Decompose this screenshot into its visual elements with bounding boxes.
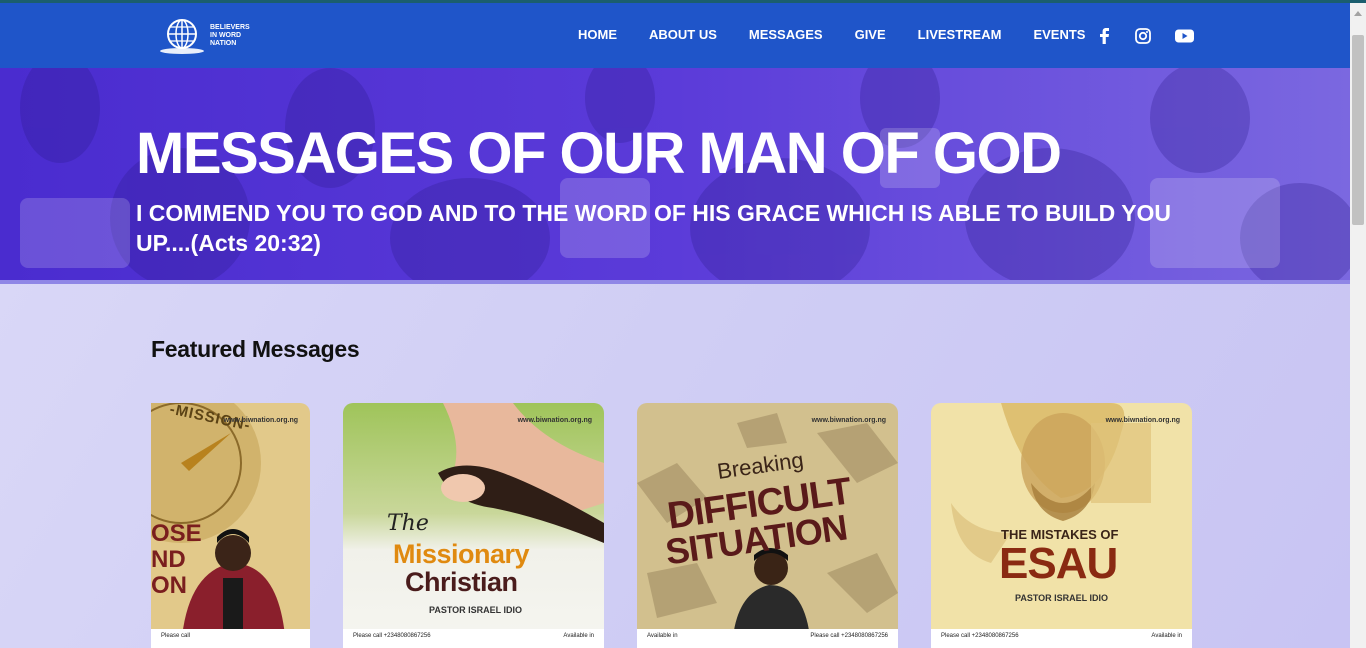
card-4-speaker: PASTOR ISRAEL IDIO: [1015, 593, 1109, 603]
hero-subtitle: I COMMEND YOU TO GOD AND TO THE WORD OF …: [136, 200, 1172, 256]
nav-give[interactable]: GIVE: [855, 27, 886, 42]
card-2-url: www.biwnation.org.ng: [517, 417, 592, 424]
message-card-1[interactable]: -MISSION- OSE ND ON www.biwnation.org.ng…: [151, 403, 310, 648]
featured-messages-section: Featured Messages -MISSION- OSE ND ON ww…: [0, 284, 1350, 648]
card-3-footer-left: Available in: [647, 633, 678, 639]
card-1-footer-left: Please call: [161, 633, 191, 639]
scroll-up-arrow-icon[interactable]: [1354, 11, 1362, 16]
card-2-title-prefix: The: [387, 511, 429, 536]
nav-about-us[interactable]: ABOUT US: [649, 27, 717, 42]
scrollbar-thumb[interactable]: [1352, 35, 1364, 225]
card-4-title-line-2: ESAU: [999, 539, 1118, 588]
card-3-footer-right: Please call +2348080867256: [810, 633, 888, 639]
site-logo[interactable]: BELIEVERS IN WORD NATION: [158, 17, 250, 55]
hero-title: MESSAGES OF OUR MAN OF GOD: [136, 121, 1062, 186]
card-3-footer: Available in Please call +2348080867256: [637, 629, 898, 648]
nav-home[interactable]: HOME: [578, 27, 617, 42]
logo-text: BELIEVERS IN WORD NATION: [210, 24, 250, 47]
card-1-title-line-1: OSE: [151, 520, 202, 547]
card-1-footer: Please call: [151, 629, 310, 648]
main-nav: HOME ABOUT US MESSAGES GIVE LIVESTREAM E…: [578, 27, 1117, 42]
message-card-2[interactable]: www.biwnation.org.ng The Missionary Chri…: [343, 403, 604, 648]
card-1-url: www.biwnation.org.ng: [223, 417, 298, 424]
card-2-footer-right: Available in: [563, 633, 594, 639]
vertical-scrollbar[interactable]: [1350, 3, 1366, 648]
section-title: Featured Messages: [151, 336, 360, 362]
card-3-url: www.biwnation.org.ng: [811, 417, 886, 424]
hero-banner: MESSAGES OF OUR MAN OF GOD I COMMEND YOU…: [0, 68, 1350, 280]
card-2-footer: Please call +2348080867256 Available in: [343, 629, 604, 648]
instagram-icon[interactable]: [1135, 28, 1151, 44]
message-card-3[interactable]: www.biwnation.org.ng Breaking DIFFICULT …: [637, 403, 898, 648]
card-2-footer-left: Please call +2348080867256: [353, 633, 431, 639]
card-2-speaker: PASTOR ISRAEL IDIO: [429, 605, 523, 615]
navbar: BELIEVERS IN WORD NATION HOME ABOUT US M…: [0, 3, 1350, 68]
card-4-footer-right: Available in: [1151, 633, 1182, 639]
nav-livestream[interactable]: LIVESTREAM: [918, 27, 1002, 42]
card-1-title-line-3: ON: [151, 572, 187, 599]
card-2-title-line-1: Missionary: [393, 539, 530, 569]
card-4-footer: Please call +2348080867256 Available in: [931, 629, 1192, 648]
nav-messages[interactable]: MESSAGES: [749, 27, 823, 42]
card-4-url: www.biwnation.org.ng: [1105, 417, 1180, 424]
facebook-icon[interactable]: [1098, 28, 1110, 44]
globe-icon: [160, 19, 204, 54]
card-1-title-line-2: ND: [151, 546, 186, 573]
card-4-artwork: [931, 403, 1192, 648]
youtube-icon[interactable]: [1175, 28, 1194, 44]
card-2-title-line-2: Christian: [405, 567, 518, 597]
card-4-footer-left: Please call +2348080867256: [941, 633, 1019, 639]
nav-events[interactable]: EVENTS: [1033, 27, 1085, 42]
message-card-4[interactable]: www.biwnation.org.ng THE MISTAKES OF ESA…: [931, 403, 1192, 648]
